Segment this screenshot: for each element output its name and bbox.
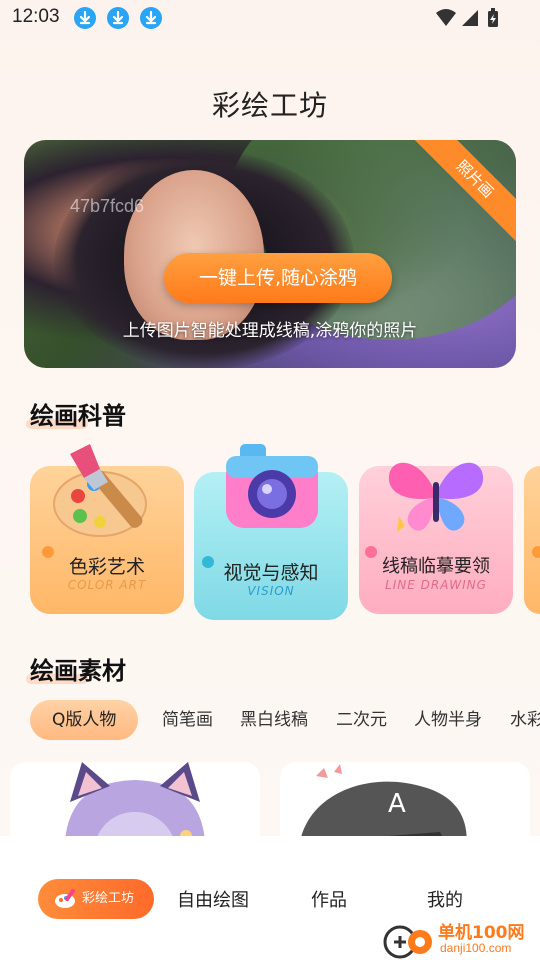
tab-q-figure[interactable]: Q版人物 xyxy=(30,700,139,740)
download-icon xyxy=(107,7,129,29)
photo-to-drawing-banner[interactable]: 照片画 47b7fcd6 一键上传,随心涂鸦 上传图片智能处理成线稿,涂鸦你的照… xyxy=(24,140,516,368)
card-label: 视觉与感知 xyxy=(223,562,319,584)
system-status-icons xyxy=(436,8,498,27)
material-filter-tabs: Q版人物 简笔画 黑白线稿 二次元 人物半身 水彩 xyxy=(30,700,540,740)
nav-item-mine[interactable]: 我的 xyxy=(427,886,463,912)
card-label: 色彩艺术 xyxy=(68,556,145,578)
card-color-art[interactable]: 色彩艺术 COLOR ART xyxy=(30,444,184,614)
material-section-title: 绘画素材 xyxy=(26,651,126,686)
download-icon xyxy=(74,7,96,29)
card-subtitle: LINE DRAWING xyxy=(385,578,487,592)
decor-dot xyxy=(532,546,540,558)
palette-icon xyxy=(53,444,147,537)
science-cards: 色彩艺术 COLOR ART 视觉与感知 VISION 线稿临摹要领 LINE … xyxy=(0,444,540,630)
science-section-title: 绘画科普 xyxy=(26,396,126,431)
watermark-logo-icon xyxy=(383,925,432,959)
svg-text:A: A xyxy=(388,789,406,819)
upload-photo-button[interactable]: 一键上传,随心涂鸦 xyxy=(164,253,392,303)
watermark-brand: 单机100网 xyxy=(438,923,525,943)
nav-label: 彩绘工坊 xyxy=(82,891,135,906)
nav-item-works[interactable]: 作品 xyxy=(311,886,347,912)
butterfly-icon xyxy=(388,462,484,532)
card-line-drawing[interactable]: 线稿临摹要领 LINE DRAWING xyxy=(359,462,513,614)
tab-half-body[interactable]: 人物半身 xyxy=(414,700,482,740)
card-subtitle: COLOR ART xyxy=(67,578,147,592)
tab-watercolor[interactable]: 水彩 xyxy=(510,700,540,740)
wifi-icon xyxy=(436,9,456,26)
battery-icon xyxy=(488,8,498,27)
nav-item-workshop[interactable]: 彩绘工坊 xyxy=(38,879,154,919)
tab-anime[interactable]: 二次元 xyxy=(336,700,387,740)
status-time: 12:03 xyxy=(12,6,60,27)
watermark-url: danji100.com xyxy=(440,941,512,955)
camera-icon xyxy=(226,444,318,528)
palette-brush-icon xyxy=(55,888,75,908)
download-icon xyxy=(140,7,162,29)
page-title: 彩绘工坊 xyxy=(211,89,328,122)
nav-item-free-draw[interactable]: 自由绘图 xyxy=(177,886,249,912)
banner-watermark: 47b7fcd6 xyxy=(70,196,145,216)
card-label: 线稿临摹要领 xyxy=(382,556,490,577)
status-bar: 12:03 xyxy=(0,0,540,36)
banner-subtitle: 上传图片智能处理成线稿,涂鸦你的照片 xyxy=(122,321,418,341)
card-vision[interactable]: 视觉与感知 VISION xyxy=(194,444,348,620)
tab-simple-drawing[interactable]: 简笔画 xyxy=(162,700,213,740)
tab-line-art[interactable]: 黑白线稿 xyxy=(240,700,308,740)
card-partial[interactable] xyxy=(524,466,540,614)
card-subtitle: VISION xyxy=(247,584,295,598)
signal-icon xyxy=(462,10,478,26)
site-watermark: 单机100网 danji100.com xyxy=(382,920,532,960)
